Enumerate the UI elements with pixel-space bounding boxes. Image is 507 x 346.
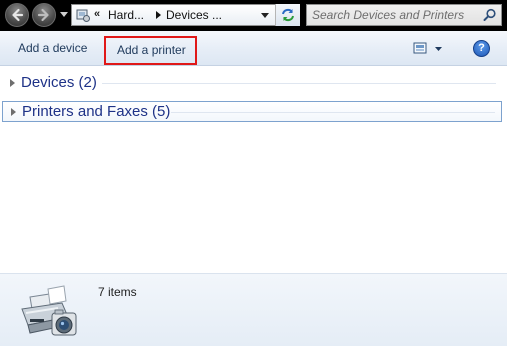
back-arrow-icon: [12, 8, 24, 22]
content-area: Devices (2) Printers and Faxes (5): [0, 66, 507, 273]
breadcrumb-devices[interactable]: Devices ...: [166, 8, 222, 22]
group-header-printers-and-faxes[interactable]: Printers and Faxes (5): [2, 101, 502, 122]
item-count-label: 7 items: [98, 285, 137, 299]
breadcrumb-hardware[interactable]: Hard...: [108, 8, 144, 22]
expand-arrow-icon[interactable]: [10, 79, 15, 87]
expand-arrow-icon[interactable]: [11, 108, 16, 116]
printer-camera-icon: [21, 285, 77, 336]
change-view-icon: [413, 42, 442, 54]
search-input[interactable]: [312, 7, 477, 23]
search-icon[interactable]: [483, 8, 497, 22]
change-view-button[interactable]: [413, 40, 447, 57]
back-button[interactable]: [5, 3, 29, 27]
add-device-button[interactable]: Add a device: [18, 41, 87, 55]
navigation-bar: « Hard... Devices ...: [0, 0, 507, 31]
forward-button[interactable]: [32, 3, 56, 27]
group-title-printers-and-faxes: Printers and Faxes (5): [22, 103, 171, 120]
help-button[interactable]: ?: [473, 40, 490, 57]
search-box[interactable]: [306, 4, 502, 26]
forward-arrow-icon: [37, 8, 49, 22]
add-printer-button[interactable]: Add a printer: [104, 36, 197, 65]
details-pane: 7 items: [0, 273, 507, 346]
refresh-button[interactable]: [275, 4, 300, 26]
group-header-devices[interactable]: Devices (2): [2, 73, 502, 94]
command-bar: Add a device Add a printer ?: [0, 31, 507, 66]
breadcrumb-overflow[interactable]: «: [94, 8, 100, 20]
refresh-icon: [282, 8, 294, 22]
address-dropdown-chevron-down-icon[interactable]: [258, 8, 272, 22]
address-bar[interactable]: « Hard... Devices ...: [71, 4, 300, 26]
group-divider: [171, 112, 495, 113]
group-title-devices: Devices (2): [21, 74, 97, 91]
group-divider: [102, 83, 496, 84]
recent-pages-chevron-down-icon[interactable]: [60, 9, 68, 19]
control-panel-icon: [76, 9, 90, 22]
breadcrumb-separator-icon[interactable]: [156, 11, 161, 19]
